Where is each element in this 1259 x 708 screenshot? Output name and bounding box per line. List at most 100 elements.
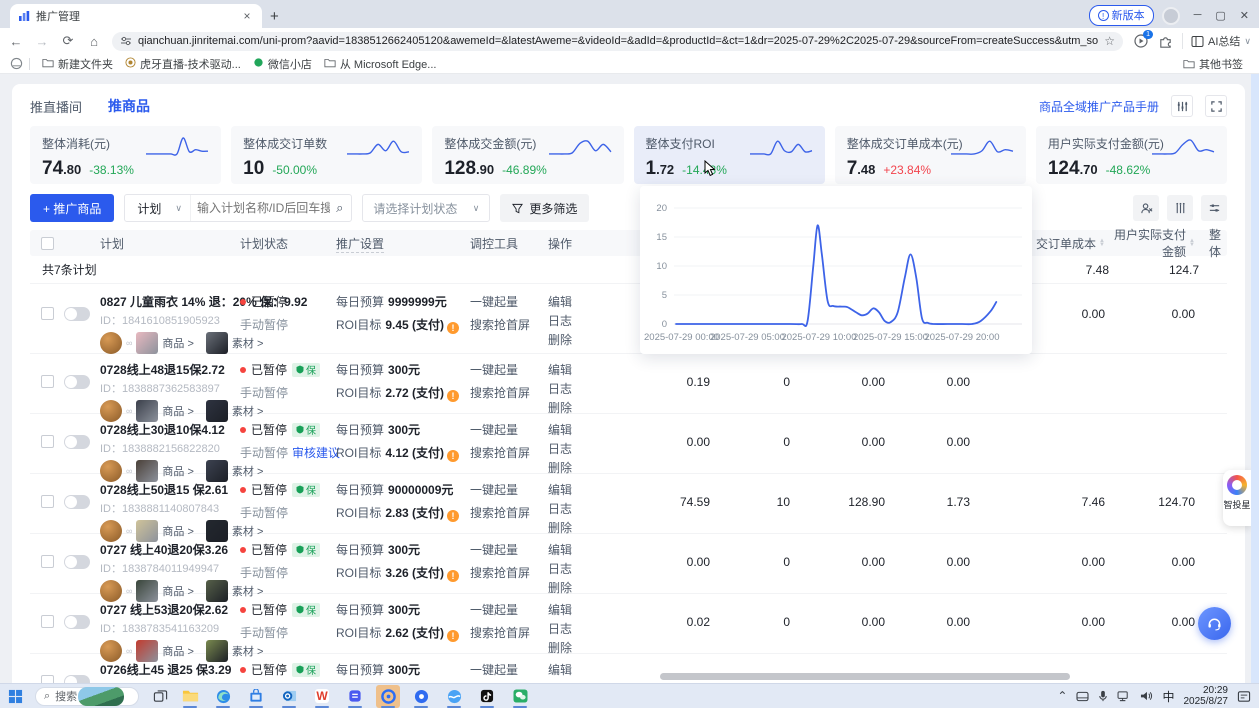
bookmark-star-icon[interactable]: ☆ bbox=[1104, 34, 1115, 48]
op-link[interactable]: 日志 bbox=[548, 620, 592, 637]
op-link[interactable]: 删除 bbox=[548, 579, 592, 596]
product-link[interactable]: 商品 > bbox=[162, 403, 193, 419]
volume-icon[interactable] bbox=[1140, 690, 1153, 702]
bookmark-item[interactable]: 从 Microsoft Edge... bbox=[318, 56, 443, 72]
table-row[interactable]: 0727 线上53退20保2.62ID：1838783541163209∞商品 … bbox=[30, 594, 1227, 654]
col-tools[interactable]: 调控工具 bbox=[470, 235, 548, 252]
search-highlight-image[interactable] bbox=[78, 687, 124, 706]
media-control-icon[interactable]: 1 bbox=[1133, 33, 1149, 49]
scrollbar-thumb[interactable] bbox=[660, 673, 1070, 680]
product-link[interactable]: 商品 > bbox=[162, 583, 193, 599]
browser2-icon[interactable] bbox=[442, 685, 466, 708]
col-plan[interactable]: 计划 bbox=[100, 235, 240, 252]
custom-audience-icon[interactable] bbox=[1133, 195, 1159, 221]
product-link[interactable]: 商品 > bbox=[162, 335, 193, 351]
plan-toggle-off[interactable] bbox=[64, 307, 90, 321]
tab-live-room[interactable]: 推直播间 bbox=[30, 97, 82, 116]
op-link[interactable]: 编辑 bbox=[548, 481, 592, 498]
forward-icon[interactable]: → bbox=[34, 34, 50, 49]
tool-link[interactable]: 搜索抢首屏 bbox=[470, 564, 548, 581]
table-row[interactable]: 0728线上50退15 保2.61ID：1838881140807843∞商品 … bbox=[30, 474, 1227, 534]
promotion-manual-link[interactable]: 商品全域推广产品手册 bbox=[1039, 98, 1159, 115]
start-button-icon[interactable] bbox=[8, 689, 23, 704]
op-link[interactable]: 删除 bbox=[548, 331, 592, 348]
product-thumbnail[interactable] bbox=[136, 460, 158, 482]
product-thumbnail[interactable] bbox=[136, 580, 158, 602]
custom-columns-icon[interactable] bbox=[1167, 195, 1193, 221]
kpi-card-4[interactable]: 整体成交订单成本(元)7.48+23.84% bbox=[835, 126, 1026, 184]
table-row[interactable]: 0728线上48退15保2.72ID：1838887362583897∞商品 >… bbox=[30, 354, 1227, 414]
op-link[interactable]: 日志 bbox=[548, 500, 592, 517]
material-thumbnail[interactable] bbox=[206, 520, 228, 542]
plan-type-select[interactable]: 计划∨ bbox=[125, 195, 191, 221]
network-icon[interactable] bbox=[1117, 691, 1131, 702]
product-thumbnail[interactable] bbox=[136, 400, 158, 422]
plan-toggle-off[interactable] bbox=[64, 435, 90, 449]
tool-link[interactable]: 一键起量 bbox=[470, 421, 548, 438]
row-checkbox[interactable] bbox=[41, 375, 54, 388]
col-status[interactable]: 计划状态 bbox=[240, 235, 336, 252]
ai-summary-button[interactable]: AI总结 ∨ bbox=[1182, 33, 1251, 49]
op-link[interactable]: 编辑 bbox=[548, 361, 592, 378]
material-thumbnail[interactable] bbox=[206, 640, 228, 662]
active-browser-icon[interactable] bbox=[376, 685, 400, 708]
edge-browser-icon[interactable] bbox=[211, 685, 235, 708]
tool-link[interactable]: 一键起量 bbox=[470, 481, 548, 498]
bookmark-item[interactable]: 微信小店 bbox=[247, 56, 318, 72]
kpi-card-0[interactable]: 整体消耗(元)74.80-38.13% bbox=[30, 126, 221, 184]
col-user-pay[interactable]: 用户实际支付金额▲▼ bbox=[1105, 226, 1195, 260]
tool-link[interactable]: 搜索抢首屏 bbox=[470, 384, 548, 401]
product-link[interactable]: 商品 > bbox=[162, 523, 193, 539]
file-explorer-icon[interactable] bbox=[178, 685, 202, 708]
op-link[interactable]: 编辑 bbox=[548, 421, 592, 438]
notification-center-icon[interactable] bbox=[1237, 690, 1251, 703]
task-view-icon[interactable] bbox=[153, 689, 168, 704]
new-tab-button[interactable]: + bbox=[270, 8, 279, 25]
touchpad-icon[interactable] bbox=[1076, 691, 1089, 702]
op-link[interactable]: 日志 bbox=[548, 440, 592, 457]
kpi-card-5[interactable]: 用户实际支付金额(元)124.70-48.62% bbox=[1036, 126, 1227, 184]
tool-link[interactable]: 搜索抢首屏 bbox=[470, 316, 548, 333]
row-checkbox[interactable] bbox=[41, 615, 54, 628]
product-link[interactable]: 商品 > bbox=[162, 643, 193, 659]
browser-tab[interactable]: 推广管理 × bbox=[10, 4, 262, 28]
window-close-icon[interactable]: ✕ bbox=[1240, 9, 1249, 22]
window-maximize-icon[interactable]: ▢ bbox=[1215, 9, 1225, 22]
outlook-icon[interactable] bbox=[277, 685, 301, 708]
tool-link[interactable]: 搜索抢首屏 bbox=[470, 624, 548, 641]
horizontal-scrollbar[interactable] bbox=[648, 673, 1245, 680]
tool-link[interactable]: 搜索抢首屏 bbox=[470, 444, 548, 461]
table-row[interactable]: 0827 儿童雨衣 14% 退：20% 保：9.92ID：18416108519… bbox=[30, 284, 1227, 354]
row-checkbox[interactable] bbox=[41, 307, 54, 320]
board-settings-icon[interactable] bbox=[1171, 95, 1193, 117]
plan-toggle-off[interactable] bbox=[64, 495, 90, 509]
more-filters-button[interactable]: 更多筛选 bbox=[500, 194, 589, 222]
plan-toggle-off[interactable] bbox=[64, 555, 90, 569]
tool-link[interactable]: 一键起量 bbox=[470, 541, 548, 558]
kpi-card-1[interactable]: 整体成交订单数10-50.00% bbox=[231, 126, 422, 184]
meeting-app-icon[interactable] bbox=[409, 685, 433, 708]
tab-close-icon[interactable]: × bbox=[240, 9, 254, 23]
table-row[interactable]: 0727 线上40退20保3.26ID：1838784011949947∞商品 … bbox=[30, 534, 1227, 594]
fullscreen-icon[interactable] bbox=[1205, 95, 1227, 117]
reload-icon[interactable]: ⟳ bbox=[60, 33, 76, 49]
review-suggestion-link[interactable]: 审核建议 bbox=[292, 446, 340, 460]
page-scrollbar[interactable] bbox=[1251, 74, 1259, 683]
promote-product-button[interactable]: + 推广商品 bbox=[30, 194, 114, 222]
col-settings[interactable]: 推广设置 bbox=[336, 235, 470, 252]
row-checkbox[interactable] bbox=[41, 495, 54, 508]
plan-toggle-off[interactable] bbox=[64, 675, 90, 683]
tool-link[interactable]: 一键起量 bbox=[470, 361, 548, 378]
browser-profile-avatar[interactable] bbox=[1162, 7, 1180, 25]
wechat-icon[interactable] bbox=[508, 685, 532, 708]
op-link[interactable]: 日志 bbox=[548, 312, 592, 329]
material-thumbnail[interactable] bbox=[206, 580, 228, 602]
site-settings-icon[interactable] bbox=[120, 35, 132, 47]
extension-icon[interactable] bbox=[1158, 34, 1173, 49]
side-panel-icon[interactable] bbox=[10, 57, 23, 70]
douyin-icon[interactable] bbox=[475, 685, 499, 708]
op-link[interactable]: 删除 bbox=[548, 639, 592, 656]
row-checkbox[interactable] bbox=[41, 555, 54, 568]
op-link[interactable]: 编辑 bbox=[548, 541, 592, 558]
tool-link[interactable]: 一键起量 bbox=[470, 601, 548, 618]
